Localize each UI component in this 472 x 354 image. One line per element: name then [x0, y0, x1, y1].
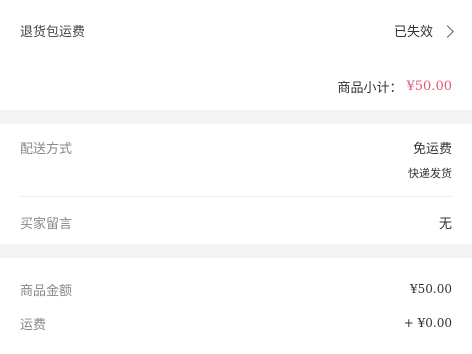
subtotal-row: 商品小计： ¥50.00 [20, 74, 452, 98]
shipping-row: 运费 + ¥0.00 [20, 312, 452, 334]
chevron-right-icon [441, 24, 454, 38]
shipping-label: 运费 [20, 317, 47, 333]
shipping-value: + ¥0.00 [403, 316, 452, 330]
delivery-method: 免运费 [412, 142, 452, 157]
return-insurance-label: 退货包运费 [20, 24, 86, 40]
goods-amount-value: ¥50.00 [410, 282, 452, 296]
goods-amount-row: 商品金额 ¥50.00 [20, 278, 452, 300]
delivery-values: 免运费 快递发货 [408, 138, 452, 181]
goods-amount-label: 商品金额 [20, 283, 73, 299]
buyer-message-row[interactable]: 买家留言 无 [20, 210, 452, 234]
delivery-row[interactable]: 配送方式 免运费 快递发货 [20, 138, 452, 181]
divider [20, 196, 452, 197]
price-summary-card: 商品金额 ¥50.00 运费 + ¥0.00 [0, 258, 472, 354]
return-insurance-status: 已失效 [393, 21, 454, 40]
buyer-message-value: 无 [438, 216, 452, 232]
return-insurance-status-text: 已失效 [393, 24, 433, 40]
order-goods-card: 退货包运费 已失效 商品小计： ¥50.00 [0, 0, 472, 110]
delivery-sub: 快递发货 [408, 167, 452, 180]
delivery-label: 配送方式 [20, 142, 73, 157]
buyer-message-label: 买家留言 [20, 216, 73, 232]
return-insurance-row[interactable]: 退货包运费 已失效 [20, 18, 454, 42]
subtotal-amount: ¥50.00 [406, 78, 453, 94]
subtotal-label: 商品小计： [337, 80, 403, 96]
delivery-card: 配送方式 免运费 快递发货 买家留言 无 [0, 124, 472, 244]
